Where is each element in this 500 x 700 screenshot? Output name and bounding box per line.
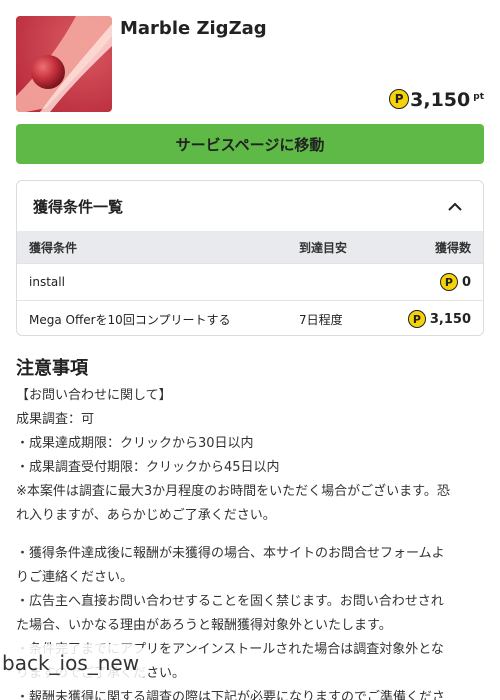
note-line: 成果調査：可 xyxy=(16,412,95,427)
note-line: ・獲得条件達成後に報酬が未獲得の場合、本サイトのお問合せフォームよ xyxy=(16,546,445,561)
conditions-panel: 獲得条件一覧 獲得条件 到達目安 獲得数 install P 0 Mega Of… xyxy=(16,180,484,336)
note-line: た場合、いかなる理由があろうと報酬獲得対象外といたします。 xyxy=(16,618,392,633)
note-line: ・広告主へ直接お問い合わせすることを固く禁じます。お問い合わせされ xyxy=(16,594,444,609)
note-line: 【お問い合わせに関して】 xyxy=(16,388,172,403)
note-line: ※本案件は調査に最大3か月程度のお時間をいただく場合がございます。恐 xyxy=(16,484,450,499)
table-row: install P 0 xyxy=(17,263,483,300)
column-header-condition: 獲得条件 xyxy=(29,240,78,255)
table-header: 獲得条件 到達目安 獲得数 xyxy=(17,231,483,263)
app-title: Marble ZigZag xyxy=(120,18,267,39)
table-row: Mega Offerを10回コンプリートする 7日程度 P 3,150 xyxy=(17,300,483,335)
row-condition: install xyxy=(29,275,65,289)
app-icon[interactable] xyxy=(16,16,112,112)
note-line: れ入りますが、あらかじめご了承ください。 xyxy=(16,508,276,523)
row-points: P 3,150 xyxy=(387,310,483,328)
point-coin-icon: P xyxy=(439,273,458,291)
column-header-eta: 到達目安 xyxy=(299,240,348,255)
note-line: ・成果調査受付期限：クリックから45日以内 xyxy=(16,460,280,475)
row-condition: Mega Offerを10回コンプリートする xyxy=(29,312,231,327)
service-page-button[interactable]: サービスページに移動 xyxy=(16,124,484,164)
row-eta: 7日程度 xyxy=(299,312,343,327)
conditions-header[interactable]: 獲得条件一覧 xyxy=(17,181,483,231)
chevron-up-icon[interactable] xyxy=(443,194,467,218)
note-line: ・成果達成期限：クリックから30日以内 xyxy=(16,436,254,451)
points-value: 3,150 xyxy=(410,89,471,111)
row-points: P 0 xyxy=(387,273,483,291)
points-unit: pt xyxy=(473,92,484,102)
app-header: Marble ZigZag P 3,150 pt xyxy=(16,16,484,112)
points-display: P 3,150 pt xyxy=(389,88,484,112)
note-line: りご連絡ください。 xyxy=(16,570,134,585)
conditions-title: 獲得条件一覧 xyxy=(33,197,124,216)
row-points-value: 3,150 xyxy=(429,311,471,327)
notes-title: 注意事項 xyxy=(16,358,88,379)
back-button[interactable]: back_ios_new xyxy=(0,644,150,682)
note-line: ・報酬未獲得に関する調査の際は下記が必要になりますのでご準備くださ xyxy=(16,690,446,700)
point-coin-icon: P xyxy=(407,310,426,328)
point-coin-icon: P xyxy=(389,89,410,109)
column-header-points: 獲得数 xyxy=(434,240,471,255)
row-points-value: 0 xyxy=(461,274,471,290)
